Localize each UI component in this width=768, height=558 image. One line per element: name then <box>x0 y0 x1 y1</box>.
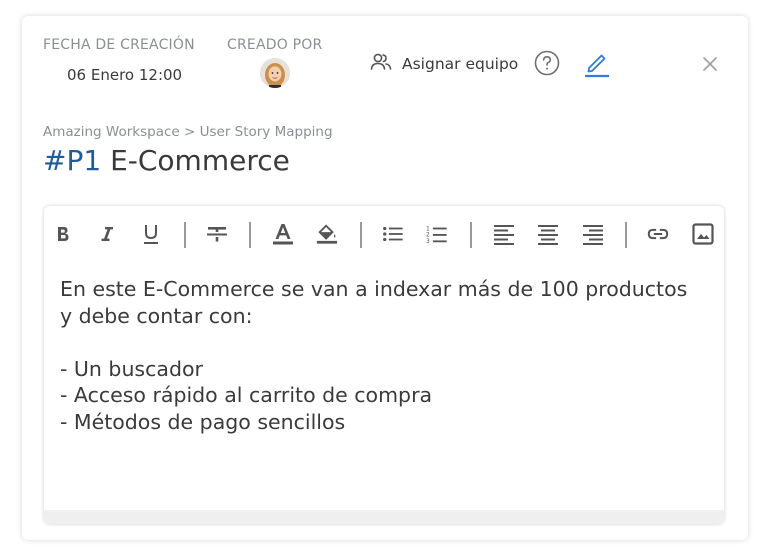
editor-content[interactable]: En este E-Commerce se van a indexar más … <box>60 276 720 435</box>
underline-icon[interactable] <box>140 222 162 246</box>
align-right-icon[interactable] <box>582 222 604 246</box>
page-title: #P1 E-Commerce <box>43 144 290 177</box>
content-line: - Un buscador <box>60 356 203 381</box>
created-date-value: 06 Enero 12:00 <box>67 66 183 84</box>
italic-icon[interactable] <box>96 222 118 246</box>
help-icon[interactable] <box>534 50 560 76</box>
numbered-list-icon[interactable]: 123 <box>426 222 448 246</box>
assign-team-label: Asignar equipo <box>402 55 519 73</box>
content-line: - Métodos de pago sencillos <box>60 409 346 434</box>
content-line: - Acceso rápido al carrito de compra <box>60 383 433 407</box>
created-date-label: FECHA DE CREACIÓN <box>43 37 195 53</box>
content-line: En este E-Commerce se van a indexar más … <box>60 277 688 301</box>
content-line <box>60 329 720 356</box>
task-name: E-Commerce <box>110 144 290 177</box>
image-icon[interactable] <box>692 222 714 246</box>
highlight-icon[interactable] <box>316 222 338 246</box>
bold-icon[interactable] <box>52 222 74 246</box>
close-icon[interactable] <box>700 54 720 74</box>
bullet-list-icon[interactable] <box>382 222 404 246</box>
link-icon[interactable] <box>647 222 669 246</box>
rich-text-editor[interactable]: 123 En este E-Commerce se van a indexar … <box>44 206 724 524</box>
align-center-icon[interactable] <box>537 222 559 246</box>
avatar[interactable] <box>260 58 290 88</box>
text-color-icon[interactable] <box>272 222 294 246</box>
content-line: y debe contar con: <box>60 303 253 328</box>
breadcrumb[interactable]: Amazing Workspace > User Story Mapping <box>43 124 333 140</box>
svg-text:3: 3 <box>426 238 430 245</box>
created-by-label: CREADO POR <box>227 37 323 53</box>
align-left-icon[interactable] <box>493 222 515 246</box>
editor-toolbar: 123 <box>44 206 724 262</box>
task-code: #P1 <box>43 144 102 177</box>
edit-icon[interactable] <box>584 50 610 78</box>
editor-resize-bar[interactable] <box>44 510 724 524</box>
card: FECHA DE CREACIÓN 06 Enero 12:00 CREADO … <box>22 16 748 540</box>
users-icon <box>370 52 392 76</box>
assign-team-button[interactable]: Asignar equipo <box>370 52 518 76</box>
strikethrough-icon[interactable] <box>206 222 228 246</box>
